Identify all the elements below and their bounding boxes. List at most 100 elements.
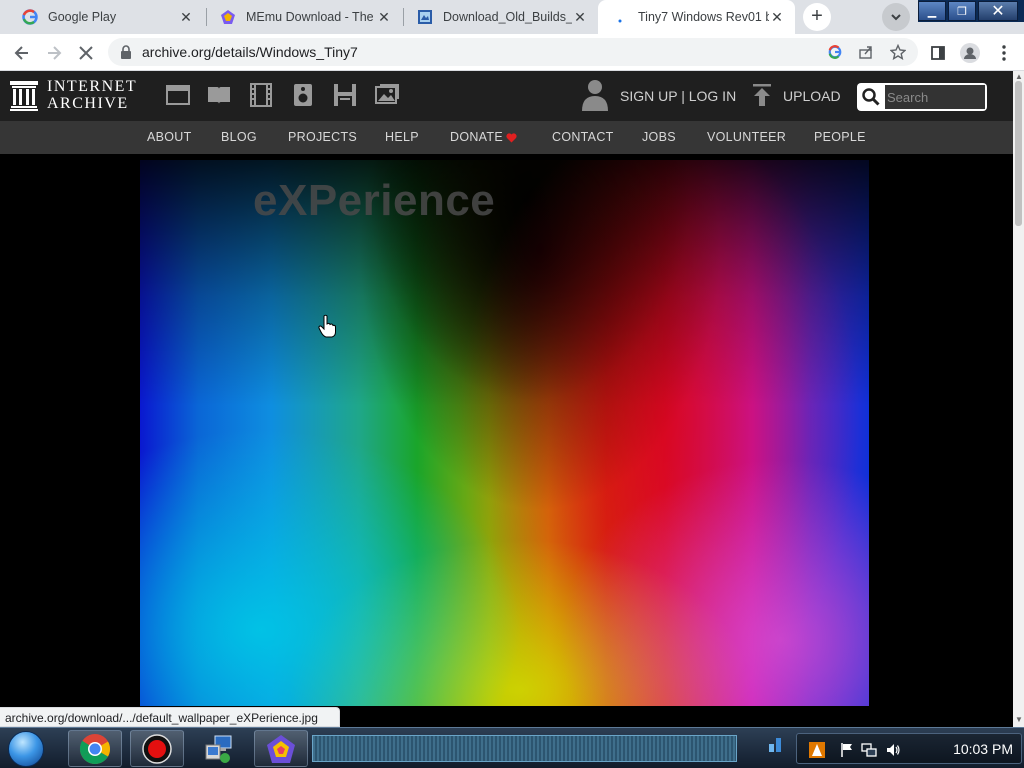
tab-title: Google Play — [48, 10, 117, 24]
wallpaper-text: eXPerience — [253, 176, 496, 225]
upload-link[interactable]: UPLOAD — [783, 88, 841, 104]
chrome-icon — [79, 733, 111, 764]
kebab-menu-icon — [1002, 45, 1006, 61]
action-center-flag-icon[interactable] — [839, 742, 855, 758]
nav-projects[interactable]: PROJECTS — [288, 130, 357, 144]
tab-download-old-builds[interactable]: Download_Old_Builds_6 ✕ — [403, 0, 598, 34]
maximize-button[interactable]: ❐ — [948, 1, 976, 21]
taskbar-network-app[interactable] — [192, 730, 246, 767]
internet-archive-logo-icon[interactable] — [10, 81, 38, 111]
address-bar[interactable]: archive.org/details/Windows_Tiny7 — [108, 38, 918, 66]
stop-icon — [79, 46, 93, 60]
ia-logo-text-line1[interactable]: INTERNET — [47, 78, 137, 96]
page-scrollbar[interactable]: ▲ ▼ — [1013, 71, 1024, 727]
memu-icon — [220, 9, 236, 25]
file-icon — [417, 9, 433, 25]
loading-icon — [612, 9, 628, 25]
nav-contact[interactable]: CONTACT — [552, 130, 614, 144]
images-icon[interactable] — [375, 83, 399, 107]
tab-search-button[interactable] — [882, 3, 910, 31]
minimize-button[interactable]: ▁ — [918, 1, 946, 21]
web-icon[interactable] — [166, 83, 190, 107]
stop-button[interactable] — [72, 39, 100, 67]
nav-donate[interactable]: DONATE — [450, 130, 503, 144]
chevron-down-icon — [891, 14, 901, 21]
nav-jobs[interactable]: JOBS — [642, 130, 676, 144]
show-hidden-icons-icon[interactable] — [767, 736, 783, 752]
link-status-bubble: archive.org/download/.../default_wallpap… — [0, 707, 340, 727]
forward-button[interactable] — [40, 39, 68, 67]
tab-title: Download_Old_Builds_6 — [443, 10, 572, 24]
share-icon[interactable] — [857, 43, 875, 61]
scroll-up-icon[interactable]: ▲ — [1015, 72, 1023, 81]
ia-search-box — [857, 83, 987, 111]
nav-people[interactable]: PEOPLE — [814, 130, 866, 144]
tab-tiny7[interactable]: Tiny7 Windows Rev01 by ✕ — [598, 0, 795, 34]
menu-button[interactable] — [990, 39, 1018, 67]
side-panel-button[interactable] — [924, 39, 952, 67]
system-tray: 10:03 PM — [796, 733, 1022, 764]
new-tab-button[interactable]: + — [803, 3, 831, 31]
video-icon[interactable] — [249, 83, 273, 107]
scrollbar-thumb[interactable] — [1015, 81, 1022, 226]
profile-button[interactable] — [956, 39, 984, 67]
wallpaper-image[interactable]: eXPerience — [140, 160, 869, 706]
taskbar-running-apps[interactable] — [312, 735, 737, 762]
volume-icon[interactable] — [885, 742, 901, 758]
network-icon[interactable] — [861, 742, 877, 758]
texts-icon[interactable] — [207, 83, 231, 107]
arrow-left-icon — [14, 46, 28, 60]
tab-title: Tiny7 Windows Rev01 by — [638, 10, 769, 24]
tab-google-play[interactable]: Google Play ✕ — [8, 0, 204, 34]
back-button[interactable] — [8, 39, 36, 67]
record-icon — [142, 733, 172, 764]
taskbar-recorder[interactable] — [130, 730, 184, 767]
sign-up-login-link[interactable]: SIGN UP | LOG IN — [620, 88, 736, 104]
search-icon[interactable] — [857, 83, 885, 111]
network-computer-icon — [205, 735, 232, 763]
nav-help[interactable]: HELP — [385, 130, 419, 144]
scroll-down-icon[interactable]: ▼ — [1015, 715, 1023, 724]
item-viewer: eXPerience — [0, 154, 1013, 707]
close-tab-icon[interactable]: ✕ — [178, 9, 194, 25]
google-lens-icon[interactable] — [826, 43, 844, 61]
start-button[interactable] — [8, 731, 44, 767]
window-controls: ▁ ❐ ✕ — [918, 0, 1024, 22]
user-icon[interactable] — [582, 79, 608, 111]
ia-nav-bar: ABOUT BLOG PROJECTS HELP DONATE CONTACT … — [0, 121, 1013, 154]
taskbar-chrome[interactable] — [68, 730, 122, 767]
side-panel-icon — [931, 46, 945, 60]
google-icon — [22, 9, 38, 25]
nav-volunteer[interactable]: VOLUNTEER — [707, 130, 786, 144]
ia-header: INTERNET ARCHIVE SIGN UP | LOG IN UPLOAD — [0, 71, 1013, 121]
bookmark-star-icon[interactable] — [889, 43, 907, 61]
software-icon[interactable] — [333, 83, 357, 107]
memu-app-icon — [267, 734, 295, 763]
lock-icon[interactable] — [120, 45, 132, 64]
taskbar-memu[interactable] — [254, 730, 308, 767]
hand-cursor-icon — [318, 314, 336, 338]
vlc-icon[interactable] — [809, 742, 825, 758]
wallpaper-color-overlay — [140, 160, 869, 706]
taskbar-clock[interactable]: 10:03 PM — [953, 741, 1013, 757]
close-tab-icon[interactable]: ✕ — [376, 9, 392, 25]
ia-logo-text-line2[interactable]: ARCHIVE — [47, 95, 129, 113]
close-tab-icon[interactable]: ✕ — [572, 9, 588, 25]
tab-strip: Google Play ✕ MEmu Download - The B ✕ Do… — [0, 0, 1024, 34]
arrow-right-icon — [48, 46, 62, 60]
audio-icon[interactable] — [291, 83, 315, 107]
url-text[interactable]: archive.org/details/Windows_Tiny7 — [142, 44, 358, 60]
nav-blog[interactable]: BLOG — [221, 130, 257, 144]
close-window-button[interactable]: ✕ — [978, 1, 1018, 21]
close-tab-icon[interactable]: ✕ — [769, 9, 785, 25]
content-bottom — [340, 707, 1013, 727]
ia-search-input[interactable] — [885, 85, 985, 109]
tab-memu[interactable]: MEmu Download - The B ✕ — [206, 0, 402, 34]
screen: Google Play ✕ MEmu Download - The B ✕ Do… — [0, 0, 1024, 768]
nav-about[interactable]: ABOUT — [147, 130, 192, 144]
tab-title: MEmu Download - The B — [246, 10, 376, 24]
upload-icon[interactable] — [752, 83, 772, 107]
browser-toolbar: archive.org/details/Windows_Tiny7 — [0, 34, 1024, 71]
avatar-icon — [960, 43, 980, 63]
windows-taskbar: 10:03 PM — [0, 727, 1024, 768]
